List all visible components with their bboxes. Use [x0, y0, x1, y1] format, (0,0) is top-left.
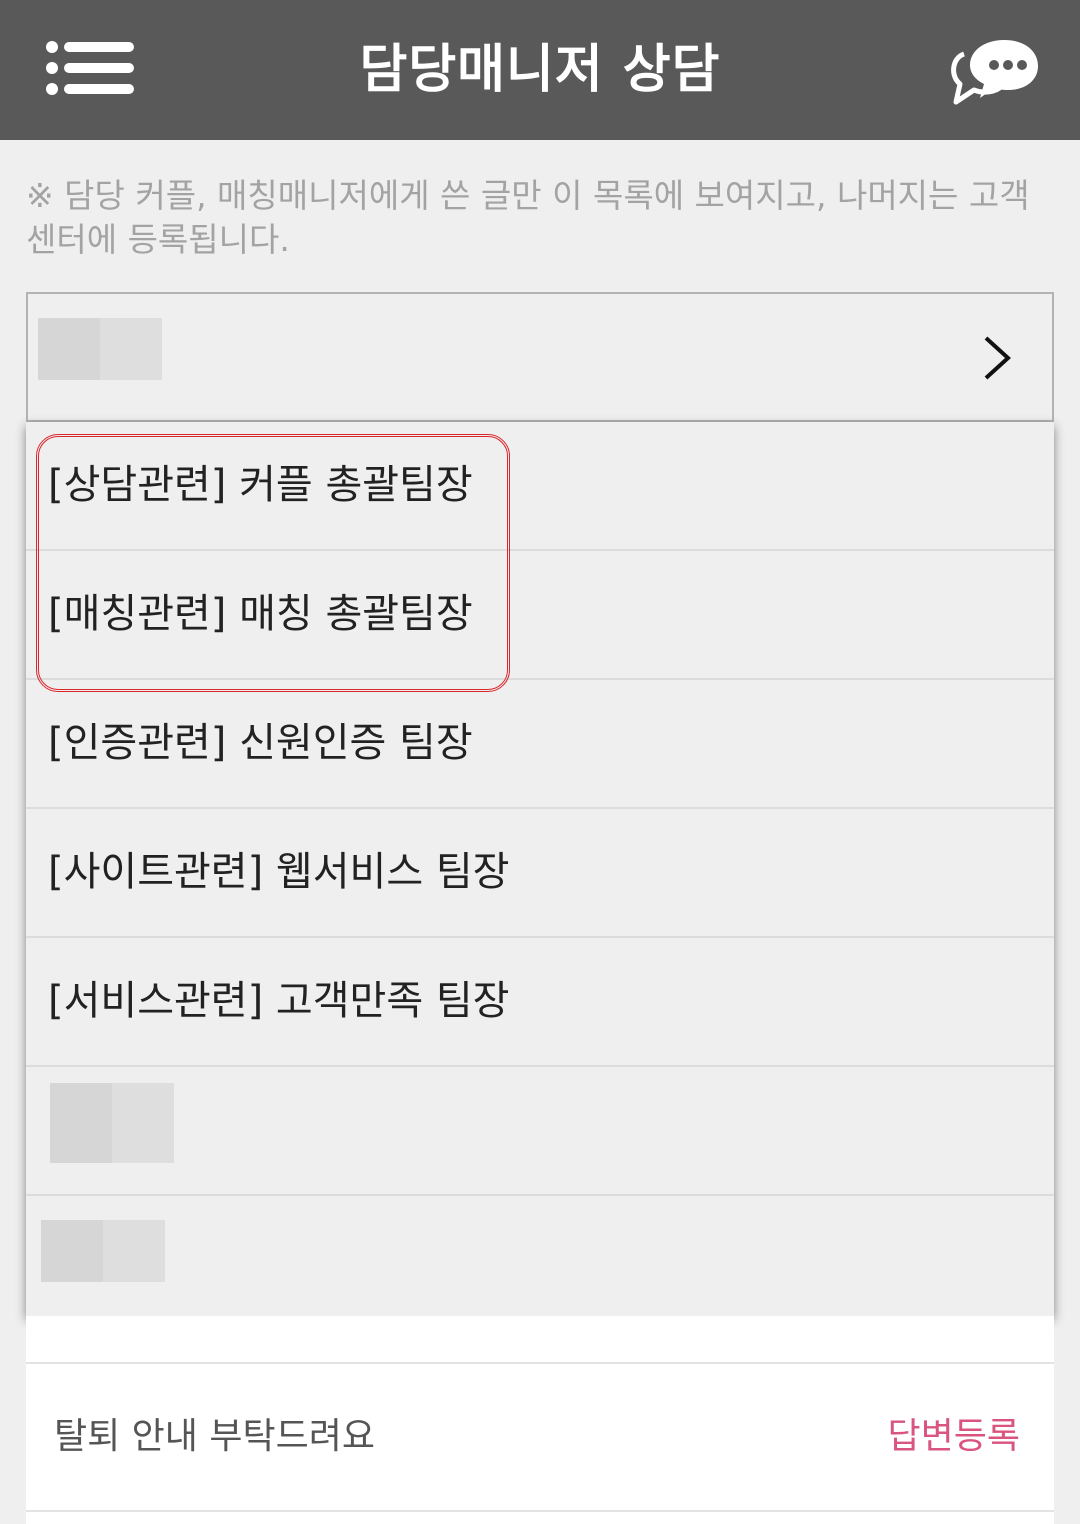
- chat-bubble-icon[interactable]: [950, 36, 1040, 108]
- dropdown-option[interactable]: [서비스관련] 고객만족 팀장: [26, 938, 1054, 1067]
- dropdown-option[interactable]: [사이트관련] 웹서비스 팀장: [26, 809, 1054, 938]
- dropdown-option[interactable]: [인증관련] 신원인증 팀장: [26, 680, 1054, 809]
- option-label: [사이트관련] 웹서비스 팀장: [48, 849, 510, 895]
- dropdown-option[interactable]: [상담관련] 커플 총괄팀장: [26, 422, 1054, 551]
- blurred-option-label: [41, 1220, 165, 1282]
- app-header: 담당매니저 상담: [0, 0, 1080, 140]
- option-label: [인증관련] 신원인증 팀장: [48, 720, 473, 766]
- list-item[interactable]: 탈퇴 안내 부탁드려요 답변등록: [26, 1362, 1054, 1512]
- dropdown-option[interactable]: [매칭관련] 매칭 총괄팀장: [26, 551, 1054, 680]
- dropdown-option-blurred[interactable]: [26, 1067, 1054, 1196]
- option-label: [매칭관련] 매칭 총괄팀장: [48, 591, 473, 637]
- dropdown-option-blurred[interactable]: [26, 1196, 1054, 1323]
- inquiry-list: 탈퇴 안내 부탁드려요 답변등록: [26, 1316, 1054, 1524]
- option-label: [상담관련] 커플 총괄팀장: [48, 462, 473, 508]
- inquiry-title: 탈퇴 안내 부탁드려요: [54, 1416, 375, 1457]
- option-label: [서비스관련] 고객만족 팀장: [48, 978, 510, 1024]
- page-title: 담당매니저 상담: [359, 40, 721, 100]
- manager-select[interactable]: [26, 292, 1054, 422]
- manager-dropdown-list: [상담관련] 커플 총괄팀장 [매칭관련] 매칭 총괄팀장 [인증관련] 신원인…: [26, 422, 1054, 1316]
- notice-text: ※ 담당 커플, 매칭매니저에게 쓴 글만 이 목록에 보여지고, 나머지는 고…: [26, 176, 1030, 259]
- blurred-selected-value: [38, 318, 162, 380]
- blurred-option-label: [50, 1083, 174, 1163]
- status-badge: 답변등록: [887, 1416, 1020, 1457]
- chevron-right-icon: [984, 336, 1011, 380]
